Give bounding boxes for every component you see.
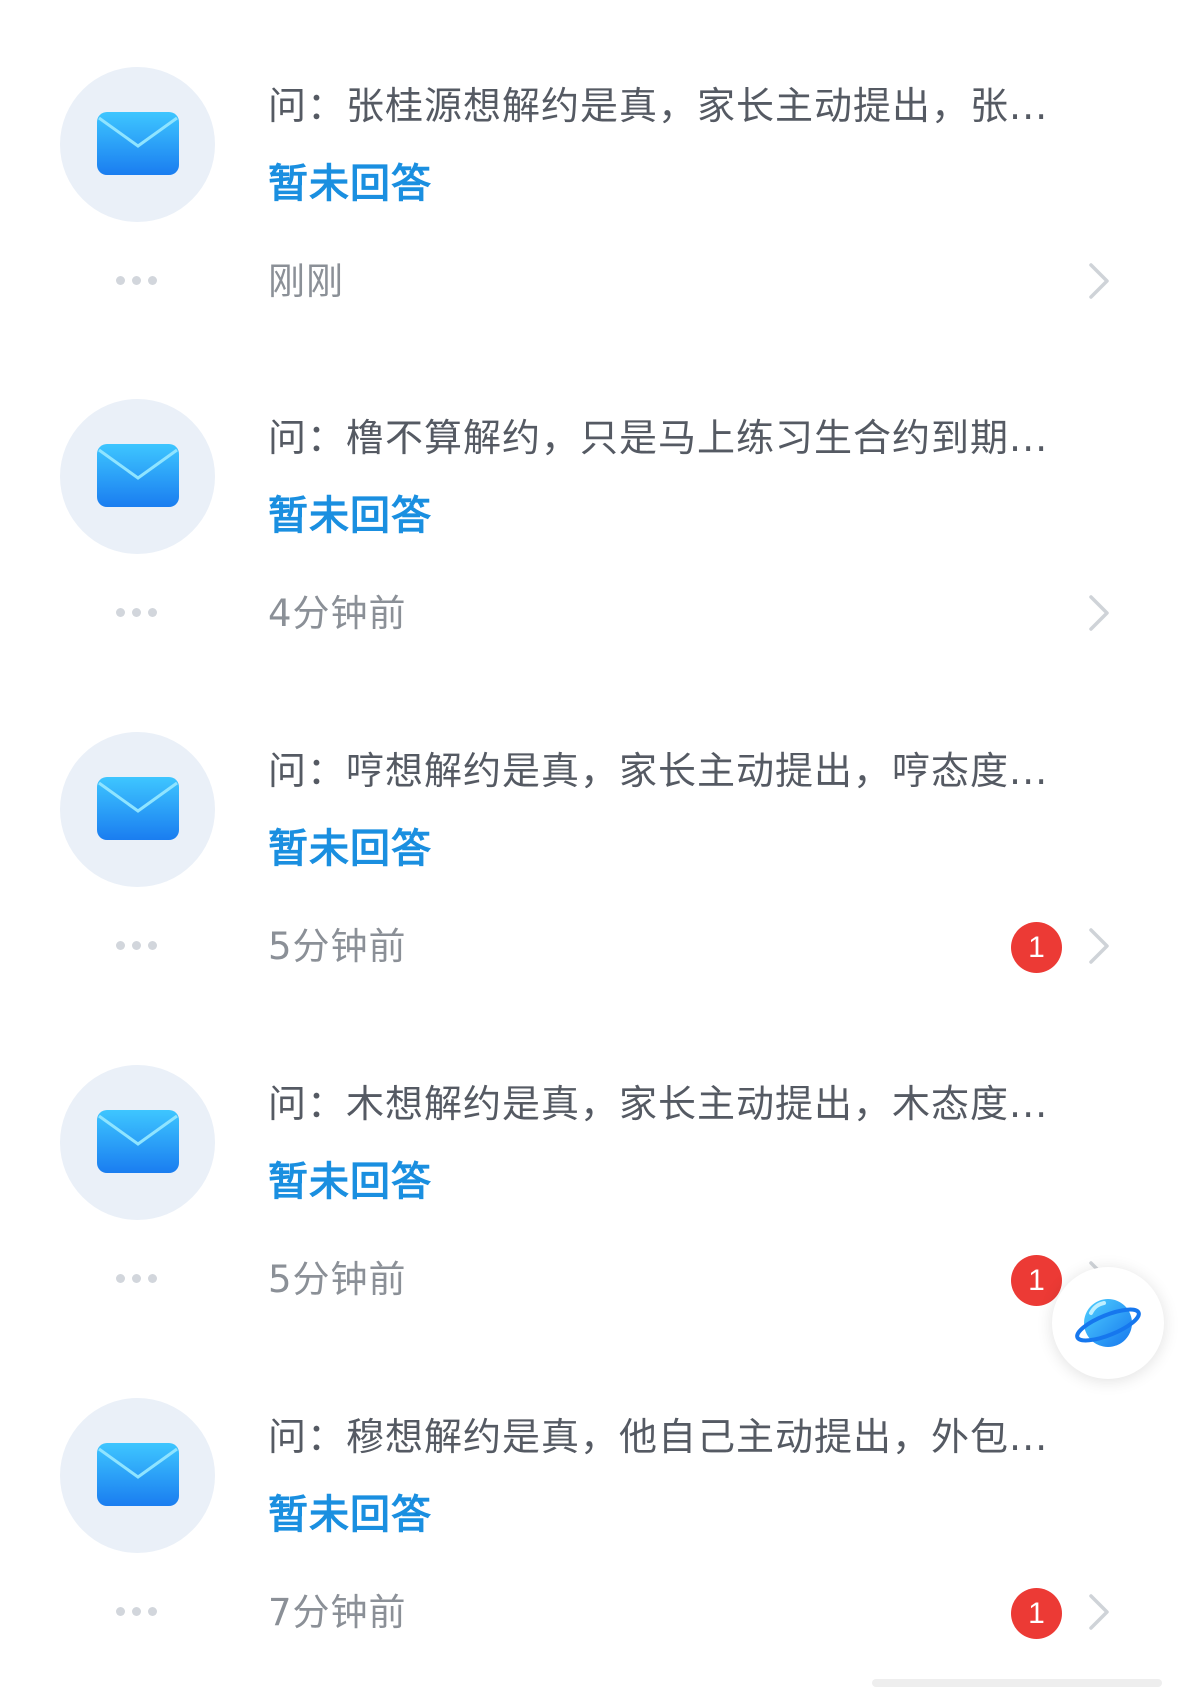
question-text: 问：张桂源想解约是真，家长主动提出，张... (268, 84, 1049, 128)
message-item[interactable]: 问：橹不算解约，只是马上练习生合约到期... 暂未回答 4分钟前 (0, 332, 1179, 635)
question-text: 问：穆想解约是真，他自己主动提出，外包... (268, 1415, 1049, 1459)
mail-icon (97, 777, 179, 840)
more-icon[interactable] (116, 608, 160, 618)
timestamp: 4分钟前 (268, 592, 407, 635)
message-item[interactable]: 问：穆想解约是真，他自己主动提出，外包... 暂未回答 7分钟前 1 (0, 1331, 1179, 1639)
avatar (60, 732, 215, 887)
answer-status: 暂未回答 (268, 161, 432, 207)
timestamp: 5分钟前 (268, 1258, 407, 1301)
question-text: 问：橹不算解约，只是马上练习生合约到期... (268, 416, 1049, 460)
chevron-right-icon[interactable] (1088, 1593, 1110, 1631)
avatar (60, 399, 215, 554)
unread-badge: 1 (1011, 1255, 1062, 1306)
message-item[interactable]: 问：张桂源想解约是真，家长主动提出，张... 暂未回答 刚刚 (0, 0, 1179, 303)
mail-icon (97, 444, 179, 507)
timestamp: 刚刚 (268, 260, 344, 303)
chevron-right-icon[interactable] (1088, 927, 1110, 965)
mail-icon (97, 1443, 179, 1506)
more-icon[interactable] (116, 941, 160, 951)
chevron-right-icon[interactable] (1088, 594, 1110, 632)
planet-icon (1075, 1299, 1141, 1347)
question-text: 问：哼想解约是真，家长主动提出，哼态度... (268, 749, 1049, 793)
answer-status: 暂未回答 (268, 1159, 432, 1205)
avatar (60, 1065, 215, 1220)
home-indicator (872, 1679, 1162, 1687)
message-item[interactable]: 问：哼想解约是真，家长主动提出，哼态度... 暂未回答 5分钟前 1 (0, 665, 1179, 973)
answer-status: 暂未回答 (268, 1492, 432, 1538)
mail-icon (97, 112, 179, 175)
floating-action-button[interactable] (1052, 1267, 1164, 1379)
timestamp: 5分钟前 (268, 925, 407, 968)
mail-icon (97, 1110, 179, 1173)
answer-status: 暂未回答 (268, 493, 432, 539)
timestamp: 7分钟前 (268, 1591, 407, 1634)
question-text: 问：木想解约是真，家长主动提出，木态度... (268, 1082, 1049, 1126)
avatar (60, 67, 215, 222)
answer-status: 暂未回答 (268, 826, 432, 872)
more-icon[interactable] (116, 276, 160, 286)
more-icon[interactable] (116, 1274, 160, 1284)
more-icon[interactable] (116, 1607, 160, 1617)
avatar (60, 1398, 215, 1553)
unread-badge: 1 (1011, 1588, 1062, 1639)
message-item[interactable]: 问：木想解约是真，家长主动提出，木态度... 暂未回答 5分钟前 1 (0, 998, 1179, 1306)
chevron-right-icon[interactable] (1088, 262, 1110, 300)
message-list: 问：张桂源想解约是真，家长主动提出，张... 暂未回答 刚刚 问：橹不算解约，只… (0, 0, 1179, 1701)
unread-badge: 1 (1011, 922, 1062, 973)
